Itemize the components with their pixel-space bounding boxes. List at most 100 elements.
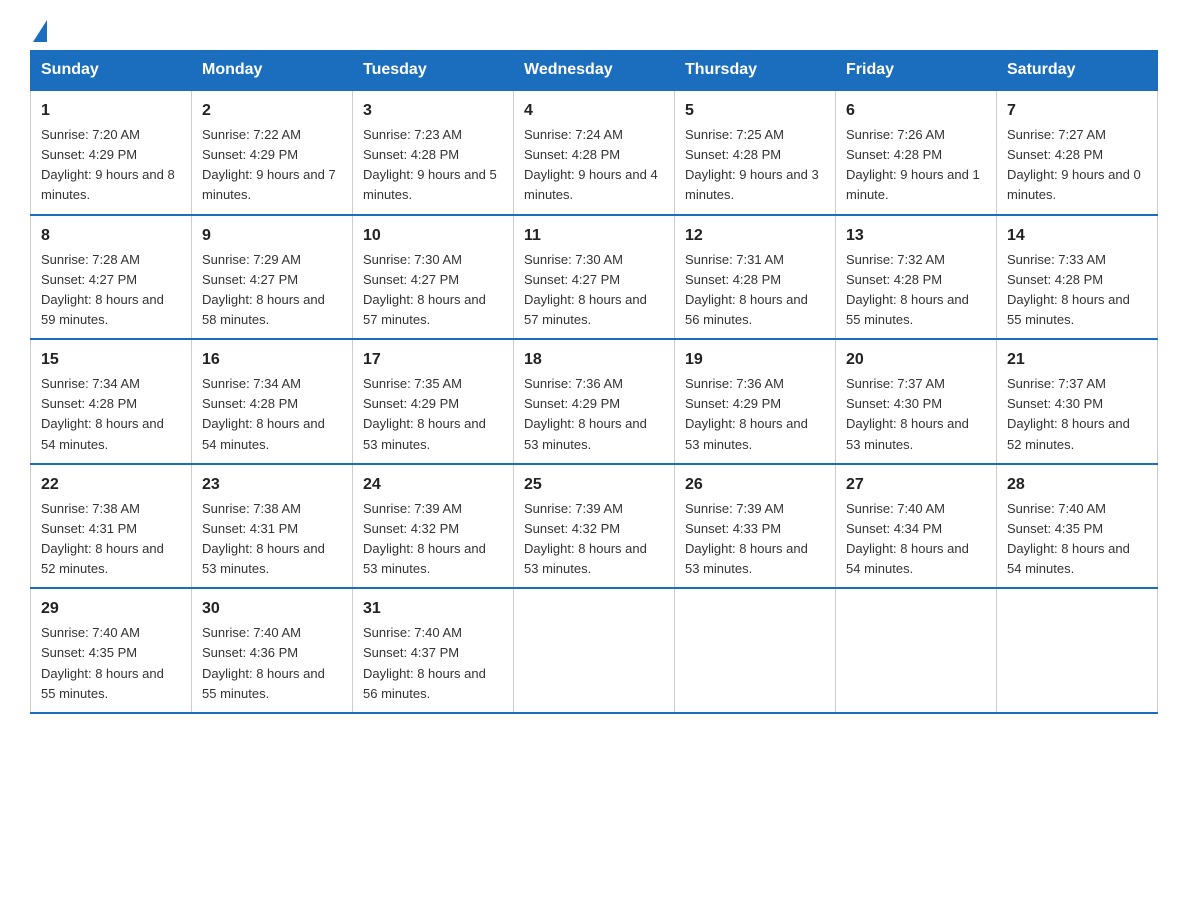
calendar-cell: 2Sunrise: 7:22 AMSunset: 4:29 PMDaylight… [192, 90, 353, 215]
day-info: Sunrise: 7:36 AMSunset: 4:29 PMDaylight:… [685, 374, 825, 455]
calendar-cell: 27Sunrise: 7:40 AMSunset: 4:34 PMDayligh… [836, 464, 997, 589]
calendar-cell: 25Sunrise: 7:39 AMSunset: 4:32 PMDayligh… [514, 464, 675, 589]
calendar-week-row: 22 Sunrise: 7:38 AMSunset: 4:31 PMDayligh… [31, 464, 1158, 589]
day-info: Sunrise: 7:40 AMSunset: 4:34 PMDaylight:… [846, 499, 986, 580]
day-info: Sunrise: 7:32 AMSunset: 4:28 PMDaylight:… [846, 250, 986, 331]
day-number: 9 [202, 224, 342, 248]
day-number: 22 [41, 473, 181, 497]
day-number: 27 [846, 473, 986, 497]
day-info: Sunrise: 7:40 AMSunset: 4:37 PMDaylight:… [363, 623, 503, 704]
calendar-cell: 31Sunrise: 7:40 AMSunset: 4:37 PMDayligh… [353, 588, 514, 713]
day-number: 26 [685, 473, 825, 497]
day-number: 18 [524, 348, 664, 372]
calendar-cell: 15Sunrise: 7:34 AMSunset: 4:28 PMDayligh… [31, 339, 192, 464]
calendar-cell: 5Sunrise: 7:25 AMSunset: 4:28 PMDaylight… [675, 90, 836, 215]
calendar-cell: 4Sunrise: 7:24 AMSunset: 4:28 PMDaylight… [514, 90, 675, 215]
day-number: 25 [524, 473, 664, 497]
day-number: 10 [363, 224, 503, 248]
calendar-cell: 11Sunrise: 7:30 AMSunset: 4:27 PMDayligh… [514, 215, 675, 340]
calendar-week-row: 8Sunrise: 7:28 AMSunset: 4:27 PMDaylight… [31, 215, 1158, 340]
day-info: Sunrise: 7:40 AMSunset: 4:35 PMDaylight:… [1007, 499, 1147, 580]
day-info: Sunrise: 7:27 AMSunset: 4:28 PMDaylight:… [1007, 125, 1147, 206]
day-info: Sunrise: 7:34 AMSunset: 4:28 PMDaylight:… [202, 374, 342, 455]
day-number: 17 [363, 348, 503, 372]
calendar-cell: 9Sunrise: 7:29 AMSunset: 4:27 PMDaylight… [192, 215, 353, 340]
day-number: 28 [1007, 473, 1147, 497]
calendar-week-row: 1Sunrise: 7:20 AMSunset: 4:29 PMDaylight… [31, 90, 1158, 215]
day-number: 30 [202, 597, 342, 621]
day-info: Sunrise: 7:40 AMSunset: 4:36 PMDaylight:… [202, 623, 342, 704]
calendar-cell: 22Sunrise: 7:38 AMSunset: 4:31 PMDayligh… [31, 464, 192, 589]
day-number: 4 [524, 99, 664, 123]
day-info: Sunrise: 7:23 AMSunset: 4:28 PMDaylight:… [363, 125, 503, 206]
calendar-cell: 28Sunrise: 7:40 AMSunset: 4:35 PMDayligh… [997, 464, 1158, 589]
calendar-cell: 21Sunrise: 7:37 AMSunset: 4:30 PMDayligh… [997, 339, 1158, 464]
day-info: Sunrise: 7:33 AMSunset: 4:28 PMDaylight:… [1007, 250, 1147, 331]
day-number: 8 [41, 224, 181, 248]
day-number: 23 [202, 473, 342, 497]
day-info: Sunrise: 7:37 AMSunset: 4:30 PMDaylight:… [846, 374, 986, 455]
day-info: Sunrise: 7:29 AMSunset: 4:27 PMDaylight:… [202, 250, 342, 331]
day-number: 2 [202, 99, 342, 123]
day-number: 19 [685, 348, 825, 372]
weekday-header-sunday: Sunday [31, 51, 192, 91]
day-info: Sunrise: 7:39 AMSunset: 4:32 PMDaylight:… [363, 499, 503, 580]
calendar-cell: 23Sunrise: 7:38 AMSunset: 4:31 PMDayligh… [192, 464, 353, 589]
weekday-header-tuesday: Tuesday [353, 51, 514, 91]
calendar-cell [675, 588, 836, 713]
calendar-cell: 3Sunrise: 7:23 AMSunset: 4:28 PMDaylight… [353, 90, 514, 215]
day-number: 21 [1007, 348, 1147, 372]
calendar-cell: 17Sunrise: 7:35 AMSunset: 4:29 PMDayligh… [353, 339, 514, 464]
weekday-header-saturday: Saturday [997, 51, 1158, 91]
day-info: Sunrise: 7:38 AMSunset: 4:31 PMDaylight:… [202, 499, 342, 580]
logo [30, 20, 47, 40]
calendar-week-row: 29Sunrise: 7:40 AMSunset: 4:35 PMDayligh… [31, 588, 1158, 713]
day-info: Sunrise: 7:40 AMSunset: 4:35 PMDaylight:… [41, 623, 181, 704]
calendar-cell: 18Sunrise: 7:36 AMSunset: 4:29 PMDayligh… [514, 339, 675, 464]
calendar-table: SundayMondayTuesdayWednesdayThursdayFrid… [30, 50, 1158, 714]
calendar-cell [514, 588, 675, 713]
weekday-header-friday: Friday [836, 51, 997, 91]
day-info: Sunrise: 7:22 AMSunset: 4:29 PMDaylight:… [202, 125, 342, 206]
page-header [30, 20, 1158, 40]
logo-triangle-icon [33, 20, 47, 42]
day-number: 3 [363, 99, 503, 123]
day-info: Sunrise: 7:20 AMSunset: 4:29 PMDaylight:… [41, 125, 181, 206]
day-info: Sunrise: 7:31 AMSunset: 4:28 PMDaylight:… [685, 250, 825, 331]
calendar-cell: 30Sunrise: 7:40 AMSunset: 4:36 PMDayligh… [192, 588, 353, 713]
day-info: Sunrise: 7:25 AMSunset: 4:28 PMDaylight:… [685, 125, 825, 206]
day-number: 31 [363, 597, 503, 621]
day-number: 16 [202, 348, 342, 372]
calendar-cell: 29Sunrise: 7:40 AMSunset: 4:35 PMDayligh… [31, 588, 192, 713]
calendar-cell: 19Sunrise: 7:36 AMSunset: 4:29 PMDayligh… [675, 339, 836, 464]
day-info: Sunrise: 7:26 AMSunset: 4:28 PMDaylight:… [846, 125, 986, 206]
day-number: 14 [1007, 224, 1147, 248]
day-info: Sunrise: 7:39 AMSunset: 4:32 PMDaylight:… [524, 499, 664, 580]
calendar-cell [836, 588, 997, 713]
day-number: 7 [1007, 99, 1147, 123]
calendar-cell: 12Sunrise: 7:31 AMSunset: 4:28 PMDayligh… [675, 215, 836, 340]
day-info: Sunrise: 7:36 AMSunset: 4:29 PMDaylight:… [524, 374, 664, 455]
day-info: Sunrise: 7:35 AMSunset: 4:29 PMDaylight:… [363, 374, 503, 455]
day-info: Sunrise: 7:30 AMSunset: 4:27 PMDaylight:… [524, 250, 664, 331]
calendar-cell: 16Sunrise: 7:34 AMSunset: 4:28 PMDayligh… [192, 339, 353, 464]
calendar-cell: 1Sunrise: 7:20 AMSunset: 4:29 PMDaylight… [31, 90, 192, 215]
day-number: 29 [41, 597, 181, 621]
day-info: Sunrise: 7:30 AMSunset: 4:27 PMDaylight:… [363, 250, 503, 331]
day-info: Sunrise: 7:28 AMSunset: 4:27 PMDaylight:… [41, 250, 181, 331]
day-number: 15 [41, 348, 181, 372]
day-number: 1 [41, 99, 181, 123]
day-info: Sunrise: 7:24 AMSunset: 4:28 PMDaylight:… [524, 125, 664, 206]
calendar-cell: 8Sunrise: 7:28 AMSunset: 4:27 PMDaylight… [31, 215, 192, 340]
day-number: 20 [846, 348, 986, 372]
calendar-cell: 26Sunrise: 7:39 AMSunset: 4:33 PMDayligh… [675, 464, 836, 589]
calendar-cell [997, 588, 1158, 713]
calendar-cell: 7Sunrise: 7:27 AMSunset: 4:28 PMDaylight… [997, 90, 1158, 215]
day-number: 5 [685, 99, 825, 123]
day-number: 12 [685, 224, 825, 248]
weekday-header-row: SundayMondayTuesdayWednesdayThursdayFrid… [31, 51, 1158, 91]
day-info: Sunrise: 7:34 AMSunset: 4:28 PMDaylight:… [41, 374, 181, 455]
day-number: 24 [363, 473, 503, 497]
day-number: 6 [846, 99, 986, 123]
weekday-header-wednesday: Wednesday [514, 51, 675, 91]
